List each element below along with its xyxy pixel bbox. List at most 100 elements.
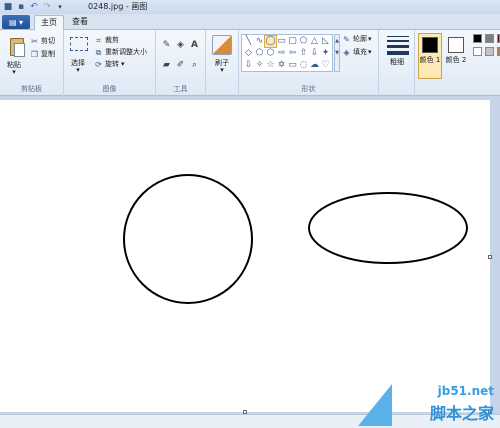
hexagon-shape-icon[interactable]: ⬡ [265, 48, 276, 59]
text-tool-icon[interactable]: A [189, 40, 200, 51]
oval-callout-shape-icon[interactable]: ◌ [298, 60, 309, 71]
copy-icon: ❐ [30, 49, 39, 59]
color1-button[interactable]: 颜色 1 [418, 33, 442, 79]
rotate-dropdown-icon: ▾ [121, 60, 125, 68]
line-thickness-icon [387, 36, 409, 56]
shapes-group: ╲ ∿ ◯ ▭ ▢ ⬠ △ ◺ ◇ ⬠ ⬡ ⇨ ⇦ ⇧ ⇩ ✦ ⇩ ✧ ☆ ✡ … [239, 30, 379, 96]
ribbon: 粘贴 ▾ ✂ 剪切 ❐ 复制 剪贴板 选择 ▾ ⌗ 裁剪 ⧉ 重新调整大小 ⟳ … [0, 30, 500, 96]
tools-group: ✎ ◈ A ▰ ✐ ⌕ 工具 [156, 30, 206, 96]
resize-button[interactable]: ⧉ 重新调整大小 [94, 47, 147, 57]
paste-icon [10, 38, 25, 57]
six-point-star-shape-icon[interactable]: ✡ [276, 60, 287, 71]
fill-label: 填充 [353, 48, 367, 56]
color-picker-icon[interactable]: ✐ [175, 60, 186, 71]
palette-color[interactable] [485, 47, 494, 56]
magnifier-icon[interactable]: ⌕ [189, 60, 200, 71]
resize-label: 重新调整大小 [105, 48, 147, 56]
shapes-scroll[interactable]: ▲ ▼ [334, 34, 340, 72]
window-title: 0248.jpg - 画图 [88, 2, 148, 11]
rotate-button[interactable]: ⟳ 旋转 ▾ [94, 59, 125, 69]
rectangle-shape-icon[interactable]: ▭ [276, 36, 287, 47]
five-point-star-shape-icon[interactable]: ☆ [265, 60, 276, 71]
resize-icon: ⧉ [95, 47, 102, 57]
paint-menu-icon: ▤ ▾ [8, 17, 24, 27]
outline-dropdown-icon: ▾ [368, 35, 372, 43]
paint-menu-button[interactable]: ▤ ▾ [2, 15, 30, 29]
size-label: 粗细 [390, 58, 404, 66]
select-button[interactable]: 选择 ▾ [66, 32, 90, 78]
redo-icon[interactable]: ↷ [42, 2, 52, 12]
right-triangle-shape-icon[interactable]: ◺ [320, 36, 331, 47]
outline-icon: ✎ [343, 34, 350, 44]
color2-swatch [448, 37, 464, 53]
polygon-shape-icon[interactable]: ⬠ [298, 36, 309, 47]
palette-color[interactable] [485, 34, 494, 43]
pencil-icon[interactable]: ✎ [161, 40, 172, 51]
curve-shape-icon[interactable]: ∿ [254, 36, 265, 47]
fill-icon: ◈ [343, 47, 350, 57]
drawn-ellipse [308, 192, 468, 264]
shapes-group-label: 形状 [301, 85, 316, 93]
scissors-icon: ✂ [31, 36, 38, 46]
customize-toolbar-icon[interactable]: ▾ [55, 2, 65, 12]
size-button[interactable]: 粗细 [381, 32, 413, 78]
clipboard-group-label: 剪贴板 [21, 85, 42, 93]
brushes-dropdown-icon: ▾ [220, 66, 224, 74]
canvas-resize-handle-right[interactable] [488, 255, 492, 259]
tab-home[interactable]: 主页 [34, 15, 64, 30]
image-group: 选择 ▾ ⌗ 裁剪 ⧉ 重新调整大小 ⟳ 旋转 ▾ 图像 [64, 30, 156, 96]
copy-label: 复制 [41, 50, 55, 58]
four-point-star-outline-shape-icon[interactable]: ✧ [254, 60, 265, 71]
down-arrow-shape-icon[interactable]: ⇩ [309, 48, 320, 59]
fill-button[interactable]: ◈ 填充 ▾ [342, 47, 372, 57]
paint-app-icon: ■ [3, 2, 13, 12]
palette-color[interactable] [473, 47, 482, 56]
crop-button[interactable]: ⌗ 裁剪 [94, 35, 119, 45]
color1-swatch [422, 37, 438, 53]
outline-label: 轮廓 [353, 35, 367, 43]
copy-button[interactable]: ❐ 复制 [30, 49, 55, 59]
clipboard-group: 粘贴 ▾ ✂ 剪切 ❐ 复制 剪贴板 [0, 30, 64, 96]
cloud-callout-shape-icon[interactable]: ☁ [309, 60, 320, 71]
watermark-site: jb51.net [437, 384, 494, 398]
workspace: jb51.net 脚本之家 [0, 96, 500, 428]
right-arrow-shape-icon[interactable]: ⇨ [276, 48, 287, 59]
shapes-gallery[interactable]: ╲ ∿ ◯ ▭ ▢ ⬠ △ ◺ ◇ ⬠ ⬡ ⇨ ⇦ ⇧ ⇩ ✦ ⇩ ✧ ☆ ✡ … [241, 34, 333, 72]
crop-icon: ⌗ [96, 35, 101, 45]
fill-dropdown-icon: ▾ [368, 48, 372, 56]
triangle-shape-icon[interactable]: △ [309, 36, 320, 47]
rounded-callout-shape-icon[interactable]: ▭ [287, 60, 298, 71]
title-bar: ■ ▪ ↶ ↷ ▾ 0248.jpg - 画图 [0, 0, 500, 14]
canvas-drawing [123, 174, 468, 304]
save-icon[interactable]: ▪ [16, 2, 26, 12]
rotate-icon: ⟳ [95, 59, 102, 69]
paste-button[interactable]: 粘贴 ▾ [2, 32, 28, 78]
paste-dropdown-icon: ▾ [12, 68, 16, 76]
line-shape-icon[interactable]: ╲ [243, 36, 254, 47]
watermark-name: 脚本之家 [429, 404, 494, 423]
select-dropdown-icon: ▾ [76, 66, 80, 74]
tools-group-label: 工具 [173, 85, 188, 93]
up-arrow-shape-icon[interactable]: ⇧ [298, 48, 309, 59]
crop-label: 裁剪 [105, 36, 119, 44]
heart-shape-icon[interactable]: ♡ [320, 60, 331, 71]
four-point-star-shape-icon[interactable]: ✦ [320, 48, 331, 59]
brushes-button[interactable]: 刷子 ▾ [208, 32, 236, 78]
oval-shape-icon[interactable]: ◯ [264, 35, 277, 48]
drawing-canvas[interactable] [0, 100, 490, 412]
tab-view[interactable]: 查看 [66, 15, 94, 30]
rounded-rectangle-shape-icon[interactable]: ▢ [287, 36, 298, 47]
color2-button[interactable]: 颜色 2 [444, 33, 468, 79]
pentagon-shape-icon[interactable]: ⬠ [254, 48, 265, 59]
fill-bucket-icon[interactable]: ◈ [175, 40, 186, 51]
select-icon [70, 37, 88, 51]
undo-icon[interactable]: ↶ [29, 2, 39, 12]
eraser-icon[interactable]: ▰ [161, 60, 172, 71]
brush-icon [212, 35, 232, 55]
left-arrow-shape-icon[interactable]: ⇦ [287, 48, 298, 59]
down-arrow-outline-shape-icon[interactable]: ⇩ [243, 60, 254, 71]
diamond-shape-icon[interactable]: ◇ [243, 48, 254, 59]
palette-color[interactable] [473, 34, 482, 43]
cut-button[interactable]: ✂ 剪切 [30, 36, 55, 46]
outline-button[interactable]: ✎ 轮廓 ▾ [342, 34, 372, 44]
